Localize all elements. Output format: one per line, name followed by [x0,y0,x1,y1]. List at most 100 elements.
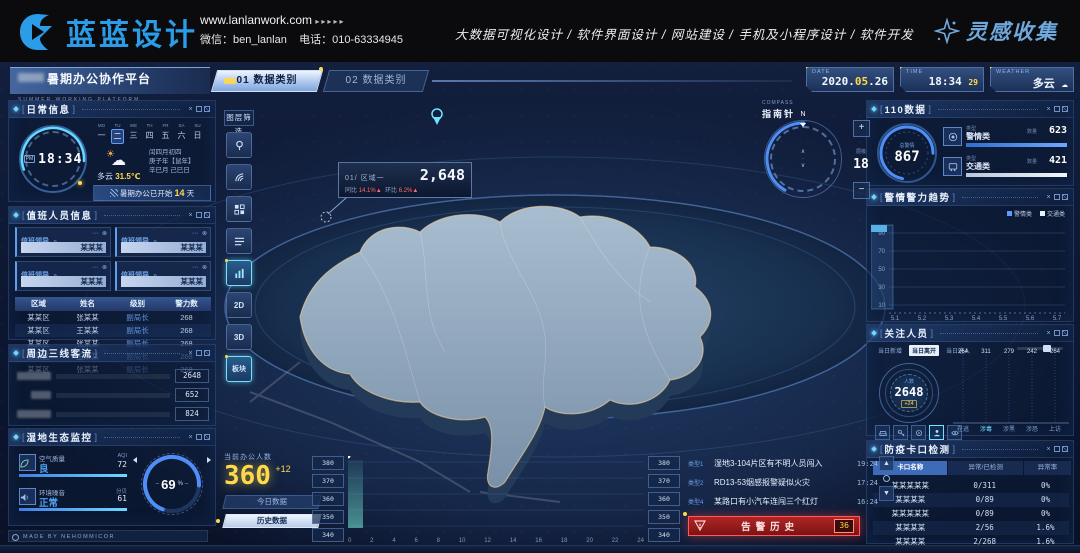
duty-card[interactable]: 值班领导 »⋯⊗某某某 [15,227,111,257]
inspiration-collection[interactable]: 灵感收集 [934,16,1058,46]
tab-data-screen-2[interactable]: 02 数据类别 [326,70,426,92]
alert-item[interactable]: 类型1 湿地3-104片区有不明人员闯入 19:24 [688,454,878,473]
window-icon[interactable] [1054,446,1060,452]
duty-cards: 值班领导 »⋯⊗某某某 值班领导 »⋯⊗某某某 值班领导 »⋯⊗某某某 值班领导… [15,227,211,291]
expand-icon[interactable] [204,212,210,218]
target-marker [321,212,331,222]
collection-text: 灵感收集 [966,16,1058,46]
close-icon[interactable]: × [187,212,194,219]
alert-item[interactable]: 类型4 某路口有小汽车连闯三个红灯 16:24 [688,492,878,511]
history-data-button[interactable]: 历史数据 [224,514,320,528]
divider-line [432,80,792,82]
person-icon[interactable] [929,425,944,440]
radar-layer-button[interactable] [226,164,252,190]
key-icon[interactable] [893,425,908,440]
weekday-cell[interactable]: TH四 [143,123,156,144]
close-icon[interactable]: × [187,350,194,357]
x-axis-labels: 024 6810 121416 182022 24 [348,538,644,544]
close-icon[interactable]: × [187,106,194,113]
gauge-value: 69 [161,477,175,492]
duty-card[interactable]: 值班领导 »⋯⊗某某某 [115,261,211,291]
duty-card[interactable]: 值班领导 »⋯⊗某某某 [15,261,111,291]
table-row[interactable]: 某某区王某某副局长268 [15,324,211,337]
col-rate[interactable]: 异常率 [1024,461,1071,475]
window-icon[interactable] [1054,106,1060,112]
tab-left-today[interactable]: 当日离开 [909,345,939,356]
close-icon[interactable]: × [1045,194,1052,201]
block-mode-button[interactable]: 板块 [226,356,252,382]
scroll-up-button[interactable]: ▲ [879,456,894,471]
office-count-delta: +12 [275,464,290,474]
svg-text:5.4: 5.4 [972,316,981,321]
expand-icon[interactable] [1062,106,1068,112]
window-icon[interactable] [196,106,202,112]
expand-icon[interactable] [1062,194,1068,200]
list-layer-button[interactable] [226,228,252,254]
duty-card[interactable]: 值班领导 »⋯⊗某某某 [115,227,211,257]
panel-header: [ 日常信息] × [9,101,215,118]
panel-title: 关注人员 [885,326,929,340]
window-icon[interactable] [196,212,202,218]
window-icon[interactable] [196,434,202,440]
flow-bar-row: 2648 [17,369,209,383]
weekday-cell[interactable]: SU日 [191,123,204,144]
compass-dial[interactable]: N ∧·∨ [764,120,842,198]
date-plate: DATE 2020.05.26 [806,67,894,92]
chart-layer-button[interactable] [226,260,252,286]
right-arrow-icon[interactable] [207,457,211,463]
svg-text:242: 242 [1027,349,1038,355]
tab-data-screen-1[interactable]: 01 数据类别 [214,70,320,92]
window-icon[interactable] [1054,194,1060,200]
weekday-cell[interactable]: WE三 [127,123,140,144]
svg-text:311: 311 [981,349,991,355]
expand-icon[interactable] [1062,330,1068,336]
expand-icon[interactable] [204,434,210,440]
window-icon[interactable] [196,350,202,356]
scroll-down-button[interactable]: ▼ [879,486,894,501]
table-row[interactable]: 某某区张某某副局长268 [15,311,211,324]
expand-icon[interactable] [1062,446,1068,452]
3d-mode-button[interactable]: 3D [226,324,252,350]
expand-icon[interactable] [204,350,210,356]
zoom-out-button[interactable]: − [853,182,870,199]
left-arrow-icon[interactable] [133,457,137,463]
weekday-cell[interactable]: FR五 [159,123,172,144]
weekday-cell[interactable]: MO一 [95,123,108,144]
logo[interactable]: 蓝蓝设计 [18,10,198,54]
alert-item[interactable]: 类型2 RD13-53烟感报警疑似火灾 17:24 [688,473,878,492]
checkpoint-row[interactable]: 某某某某2/561.6% [873,521,1069,535]
weekday-cell[interactable]: SA六 [175,123,188,144]
weekday-cell-active[interactable]: TU二 [111,123,124,144]
history-count-badge: 36 [834,519,854,533]
footer-strip [0,545,1080,553]
expand-icon[interactable] [204,106,210,112]
site-header: 蓝蓝设计 www.lanlanwork.com ▸▸▸▸▸ 微信：ben_lan… [0,0,1080,62]
close-icon[interactable]: × [1045,446,1052,453]
col-ratio[interactable]: 异常/已检测 [948,461,1022,475]
map-surface[interactable] [300,206,711,487]
flow-bar-row: 652 [17,388,209,402]
stat-row-police: 类型警情类 数量623 [943,125,1067,151]
close-icon[interactable]: × [1045,330,1052,337]
today-data-button[interactable]: 今日数据 [224,495,320,509]
checkpoint-row[interactable]: 某某某某某0/890% [873,507,1069,521]
grid-layer-button[interactable] [226,196,252,222]
2d-mode-button[interactable]: 2D [226,292,252,318]
tooltip-value: 2,648 [420,166,465,184]
zoom-in-button[interactable]: + [853,120,870,137]
stat-row-traffic: 类型交通类 数量421 [943,155,1067,181]
close-icon[interactable]: × [1045,106,1052,113]
panel-header: [ 关注人员] × [867,325,1073,342]
target-icon[interactable] [911,425,926,440]
car-icon[interactable] [875,425,890,440]
window-icon[interactable] [1054,330,1060,336]
close-icon[interactable]: × [187,434,194,441]
pin-layer-button[interactable] [226,132,252,158]
corner-mark-icon [13,212,19,218]
alert-history-button[interactable]: 告警历史 36 [688,516,860,536]
tab-new-today[interactable]: 当日新增 [875,345,905,356]
checkpoint-row[interactable]: 某某某某某0/3110% [873,479,1069,493]
website[interactable]: www.lanlanwork.com [200,13,312,27]
panel-title: 值班人员信息 [27,208,93,222]
checkpoint-row[interactable]: 某某某某0/890% [873,493,1069,507]
